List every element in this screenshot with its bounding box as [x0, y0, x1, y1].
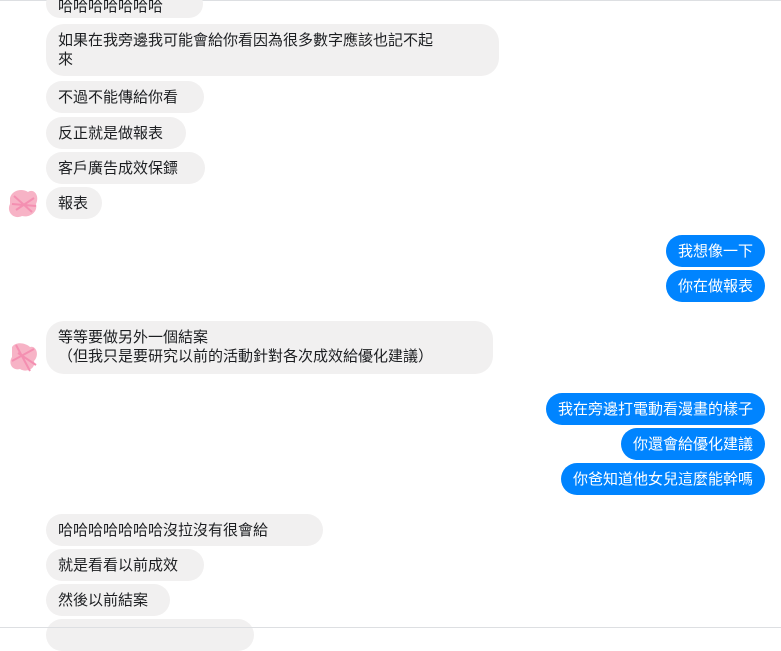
redacted-avatar-icon [4, 184, 42, 222]
message-incoming[interactable]: 然後以前結案 [46, 584, 170, 616]
message-incoming[interactable] [46, 619, 254, 651]
message-outgoing[interactable]: 我想像一下 [665, 235, 765, 267]
message-outgoing[interactable]: 你在做報表 [665, 270, 765, 302]
message-incoming[interactable]: 反正就是做報表 [46, 117, 186, 149]
message-incoming[interactable]: 哈哈哈哈哈哈哈沒拉沒有很會給 [46, 514, 323, 546]
message-incoming[interactable]: 哈哈哈哈哈哈哈 [46, 0, 203, 18]
message-incoming[interactable]: 報表 [46, 187, 102, 219]
redacted-avatar-icon [4, 337, 42, 375]
message-incoming[interactable]: 客戶廣告成效保鏢 [46, 152, 205, 184]
message-incoming[interactable]: 不過不能傳給你看 [46, 81, 204, 113]
message-outgoing[interactable]: 你爸知道他女兒這麼能幹嗎 [560, 463, 765, 495]
message-incoming[interactable]: 就是看看以前成效 [46, 549, 204, 581]
message-outgoing[interactable]: 我在旁邊打電動看漫畫的樣子 [545, 393, 765, 425]
message-incoming[interactable]: 等等要做另外一個結案 （但我只是要研究以前的活動針對各次成效給優化建議） [46, 321, 493, 374]
message-outgoing[interactable]: 你還會給優化建議 [620, 428, 765, 460]
message-incoming[interactable]: 如果在我旁邊我可能會給你看因為很多數字應該也記不起 來 [46, 24, 499, 76]
